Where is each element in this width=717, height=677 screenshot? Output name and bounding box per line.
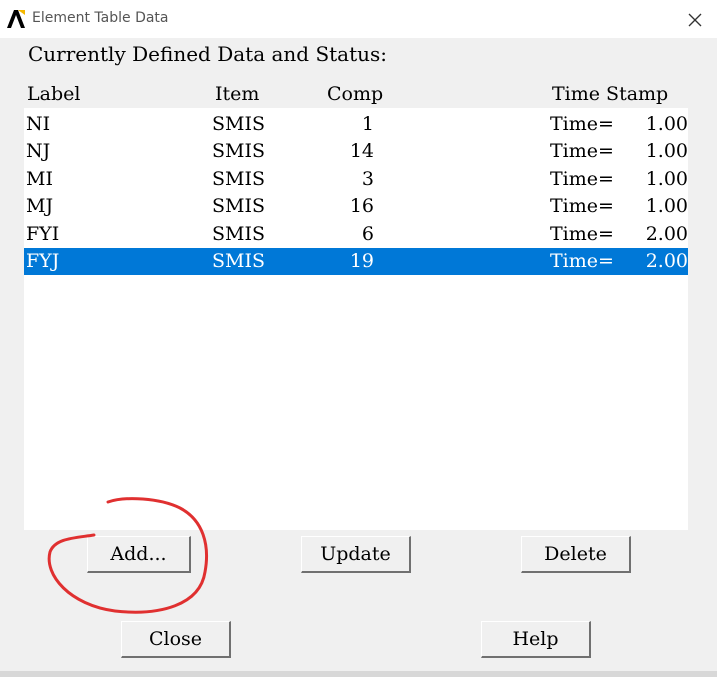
close-button[interactable]: Close (121, 621, 231, 658)
row-label: MI (26, 167, 53, 190)
row-item: SMIS (212, 140, 265, 163)
row-time-label: Time= (550, 222, 614, 245)
row-time-value: 1.00 (645, 195, 688, 218)
row-comp: 1 (361, 113, 374, 135)
row-label: FYI (26, 222, 60, 245)
row-label: MJ (26, 195, 54, 218)
row-time-value: 1.00 (645, 140, 688, 163)
row-time-value: 2.00 (645, 250, 688, 272)
column-header-comp: Comp (327, 83, 384, 105)
row-comp: 14 (349, 140, 374, 163)
close-icon[interactable] (684, 9, 706, 31)
background-window-strip (0, 671, 717, 677)
ansys-logo-icon (7, 10, 25, 28)
help-button[interactable]: Help (481, 621, 591, 658)
row-comp: 3 (361, 167, 374, 190)
row-time-value: 2.00 (645, 222, 688, 245)
status-heading: Currently Defined Data and Status: (28, 42, 388, 66)
row-item: SMIS (212, 222, 265, 245)
row-comp: 16 (349, 195, 374, 218)
window-title: Element Table Data (32, 10, 169, 26)
table-row[interactable]: MI SMIS 3 Time= 1.00 (24, 166, 688, 193)
row-label: NJ (26, 140, 51, 163)
row-time-label: Time= (550, 195, 614, 218)
row-item: SMIS (212, 195, 265, 218)
title-bar: Element Table Data (0, 0, 717, 38)
element-table-list[interactable]: NI SMIS 1 Time= 1.00 NJ SMIS 14 Time= 1.00 MI SMIS 3… (24, 108, 688, 530)
add-button[interactable]: Add... (87, 536, 191, 573)
row-item: SMIS (212, 113, 265, 135)
update-button[interactable]: Update (301, 536, 411, 573)
table-row[interactable]: NJ SMIS 14 Time= 1.00 (24, 138, 688, 165)
row-time-label: Time= (550, 113, 614, 135)
row-label: NI (26, 113, 51, 135)
row-time-label: Time= (550, 167, 614, 190)
row-comp: 19 (349, 250, 374, 272)
row-item: SMIS (212, 250, 265, 272)
row-time-value: 1.00 (645, 113, 688, 135)
row-comp: 6 (361, 222, 374, 245)
row-time-label: Time= (550, 250, 614, 272)
table-row[interactable]: FYI SMIS 6 Time= 2.00 (24, 221, 688, 248)
table-row[interactable]: NI SMIS 1 Time= 1.00 (24, 111, 688, 138)
row-label: FYJ (26, 250, 60, 272)
column-header-time-stamp: Time Stamp (552, 83, 669, 105)
column-header-item: Item (215, 83, 260, 105)
row-time-value: 1.00 (645, 167, 688, 190)
row-item: SMIS (212, 167, 265, 190)
delete-button[interactable]: Delete (521, 536, 631, 573)
row-time-label: Time= (550, 140, 614, 163)
table-row[interactable]: FYJ SMIS 19 Time= 2.00 (24, 248, 688, 275)
column-header-label: Label (27, 83, 81, 105)
table-row[interactable]: MJ SMIS 16 Time= 1.00 (24, 193, 688, 220)
